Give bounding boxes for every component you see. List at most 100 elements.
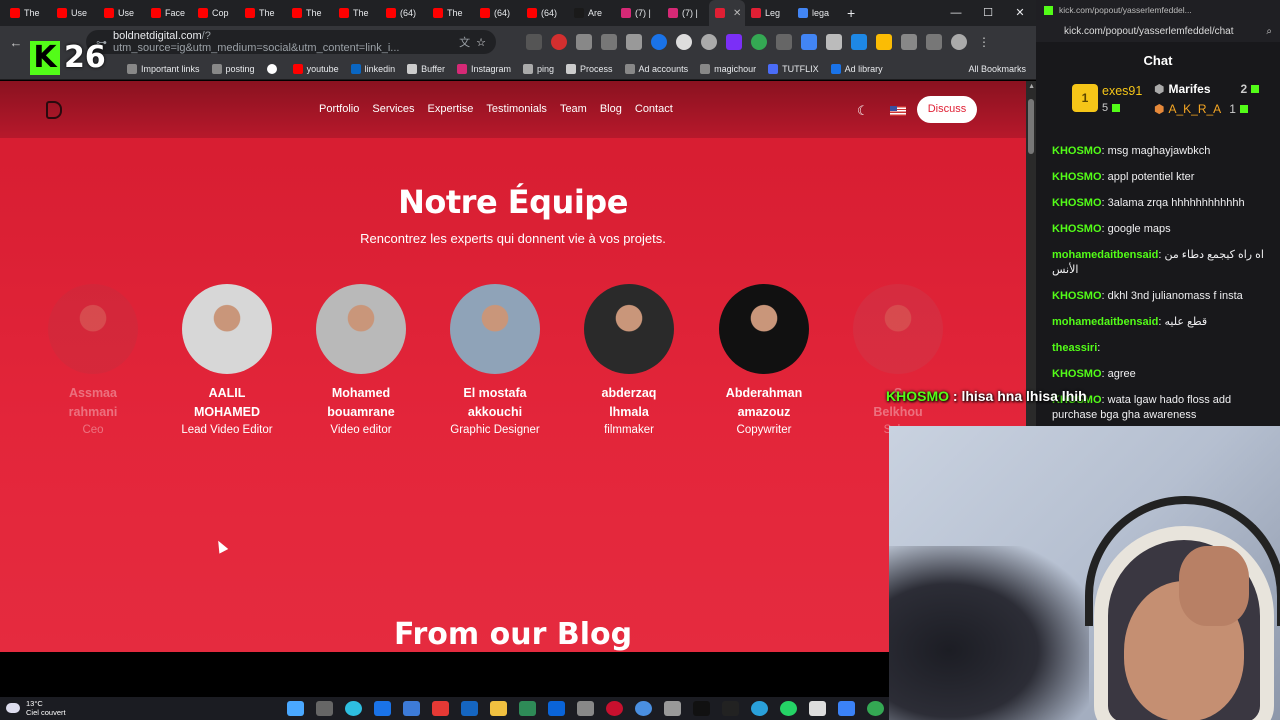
dark-mode-icon[interactable]: ☾ [857, 103, 869, 119]
all-bookmarks[interactable]: All Bookmarks [964, 64, 1026, 74]
chat-username[interactable]: KHOSMO [1052, 171, 1102, 183]
browser-tab[interactable]: The [286, 0, 333, 26]
app-icon[interactable] [403, 701, 420, 716]
start-icon[interactable] [287, 701, 304, 716]
weather-widget[interactable]: 13°C Ciel couvert [6, 699, 66, 717]
tiktok-icon[interactable] [693, 701, 710, 716]
bookmark-item[interactable]: Buffer [407, 63, 445, 74]
nav-link-blog[interactable]: Blog [600, 103, 622, 115]
photos-icon[interactable] [838, 701, 855, 716]
bookmark-item[interactable]: Important links [127, 63, 200, 74]
browser-tab[interactable]: The [333, 0, 380, 26]
extension-icon[interactable] [676, 34, 692, 50]
team-member-card[interactable]: SBelkhouSales [831, 284, 965, 439]
extension-icon[interactable] [701, 34, 717, 50]
tab-search-icon[interactable] [926, 34, 942, 50]
browser-tab[interactable]: The [427, 0, 474, 26]
nav-link-contact[interactable]: Contact [635, 103, 673, 115]
bookmark-item[interactable]: TUTFLIX [768, 63, 819, 74]
extension-icon[interactable] [751, 34, 767, 50]
bookmark-item[interactable]: Ad accounts [624, 63, 688, 74]
extension-icon[interactable] [651, 34, 667, 50]
maximize-icon[interactable]: ☐ [972, 0, 1004, 26]
extension-icon[interactable] [551, 34, 567, 50]
notion-icon[interactable] [809, 701, 826, 716]
chat-username[interactable]: KHOSMO [1052, 368, 1102, 380]
file-explorer-icon[interactable] [490, 701, 507, 716]
browser-tab[interactable]: (7) | [662, 0, 709, 26]
app-icon[interactable] [432, 701, 449, 716]
browser-tab[interactable]: Face [145, 0, 192, 26]
bookmark-item[interactable]: Instagram [456, 63, 511, 74]
extension-icon[interactable] [801, 34, 817, 50]
chat-username[interactable]: KHOSMO [1052, 197, 1102, 209]
opera-icon[interactable] [606, 701, 623, 716]
scrollbar-thumb[interactable] [1028, 99, 1034, 154]
extension-icon[interactable] [726, 34, 742, 50]
chat-username[interactable]: mohamedaitbensaid [1052, 316, 1158, 328]
browser-tab[interactable]: lega [792, 0, 839, 26]
edge-icon[interactable] [345, 701, 362, 716]
app-icon[interactable] [461, 701, 478, 716]
browser-tab[interactable]: (64) [521, 0, 568, 26]
extension-icon[interactable] [526, 34, 542, 50]
extensions-puzzle-icon[interactable] [901, 34, 917, 50]
back-icon[interactable]: ← [6, 35, 26, 50]
extension-icon[interactable] [826, 34, 842, 50]
app-icon[interactable] [519, 701, 536, 716]
extension-icon[interactable] [851, 34, 867, 50]
capcut-icon[interactable] [722, 701, 739, 716]
extension-icon[interactable] [776, 34, 792, 50]
site-logo[interactable] [46, 101, 62, 119]
chat-username[interactable]: KHOSMO [1052, 223, 1102, 235]
browser-tab[interactable]: Use [98, 0, 145, 26]
discuss-button[interactable]: Discuss [917, 96, 977, 123]
leader-user[interactable]: exes91 [1102, 84, 1142, 98]
nav-link-expertise[interactable]: Expertise [428, 103, 474, 115]
bookmark-item[interactable]: youtube [292, 63, 339, 74]
scroll-up-icon[interactable]: ▲ [1028, 83, 1035, 90]
url-field[interactable]: ⊶ boldnetdigital.com/?utm_source=ig&utm_… [86, 30, 496, 54]
extension-icon[interactable] [576, 34, 592, 50]
team-member-card[interactable]: AALIL MOHAMED Lead Video Editor [160, 284, 294, 439]
nav-link-testimonials[interactable]: Testimonials [486, 103, 547, 115]
minimize-icon[interactable]: — [940, 0, 972, 26]
bookmark-item[interactable]: Process [566, 63, 613, 74]
nav-link-team[interactable]: Team [560, 103, 587, 115]
browser-tab[interactable]: The [4, 0, 51, 26]
chat-username[interactable]: mohamedaitbensaid [1052, 249, 1158, 261]
browser-tab[interactable]: Leg [745, 0, 792, 26]
extension-icon[interactable] [626, 34, 642, 50]
nav-link-portfolio[interactable]: Portfolio [319, 103, 359, 115]
browser-tab[interactable]: Are [568, 0, 615, 26]
chat-address[interactable]: kick.com/popout/yasserlemfeddel/chat ⌕ [1036, 20, 1280, 42]
browser-tab[interactable]: (64) [380, 0, 427, 26]
browser-tab[interactable]: Cop [192, 0, 239, 26]
mail-icon[interactable] [548, 701, 565, 716]
browser-tab[interactable]: (64) [474, 0, 521, 26]
team-member-card[interactable]: Abderahman amazouz Copywriter [697, 284, 831, 439]
telegram-icon[interactable] [751, 701, 768, 716]
bookmark-item[interactable]: linkedin [350, 63, 395, 74]
bookmark-item[interactable]: Ad library [830, 63, 883, 74]
browser-tab[interactable]: The [239, 0, 286, 26]
app-icon[interactable] [664, 701, 681, 716]
chat-username[interactable]: KHOSMO [1052, 290, 1102, 302]
team-member-card[interactable]: Assmaa rahmani Ceo [26, 284, 160, 439]
new-tab-icon[interactable]: + [847, 5, 855, 21]
chrome-icon[interactable] [867, 701, 884, 716]
bookmark-item[interactable]: magichour [700, 63, 756, 74]
bookmark-item[interactable]: ping [523, 63, 554, 74]
team-member-card[interactable]: Mohamed bouamrane Video editor [294, 284, 428, 439]
close-tab-icon[interactable]: ✕ [733, 8, 741, 19]
whatsapp-icon[interactable] [780, 701, 797, 716]
nav-link-services[interactable]: Services [372, 103, 414, 115]
search-icon[interactable]: ⌕ [1266, 26, 1272, 37]
profile-icon[interactable] [951, 34, 967, 50]
app-icon[interactable] [635, 701, 652, 716]
language-flag-icon[interactable] [890, 106, 906, 116]
leader-user[interactable]: ⬢ A_K_R_A 1 [1154, 102, 1248, 116]
browser-tab[interactable]: ✕ [709, 0, 745, 26]
extension-icon[interactable] [601, 34, 617, 50]
menu-dots-icon[interactable]: ⋮ [976, 34, 992, 50]
